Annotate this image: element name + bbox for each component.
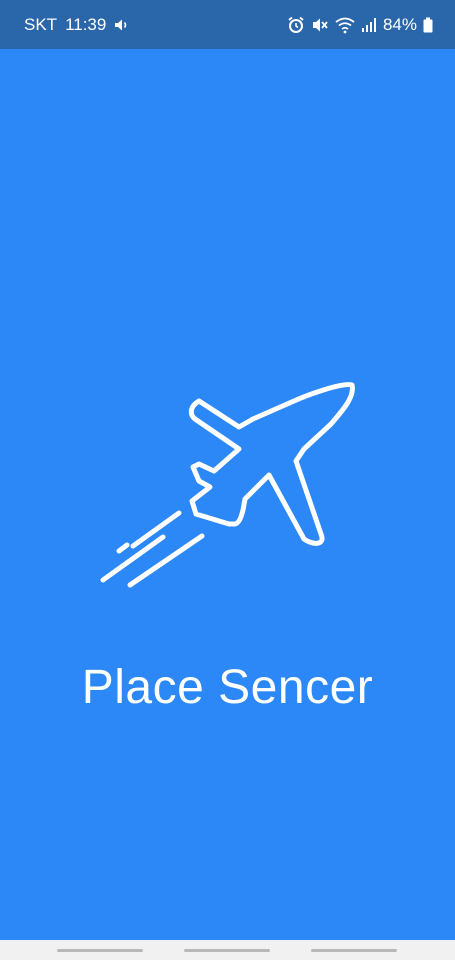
clock: 11:39 <box>65 14 107 34</box>
recent-apps-button[interactable] <box>57 949 143 952</box>
splash-screen: Place Sencer <box>0 49 455 940</box>
home-button[interactable] <box>184 949 270 952</box>
app-title: Place Sencer <box>81 661 374 714</box>
battery-icon <box>423 17 433 33</box>
carrier-label: SKT <box>24 14 58 34</box>
signal-icon <box>361 17 377 33</box>
navigation-bar <box>0 940 455 960</box>
status-bar: SKT 11:39 84% <box>0 0 455 49</box>
airplane-takeoff-icon <box>100 382 355 588</box>
mute-icon <box>311 16 329 34</box>
battery-percent: 84% <box>382 14 417 34</box>
back-button[interactable] <box>311 949 397 952</box>
alarm-icon <box>287 16 305 34</box>
status-right: 84% <box>287 15 433 35</box>
status-left: SKT 11:39 <box>24 15 130 35</box>
volume-icon <box>114 18 130 32</box>
wifi-icon <box>335 16 355 34</box>
